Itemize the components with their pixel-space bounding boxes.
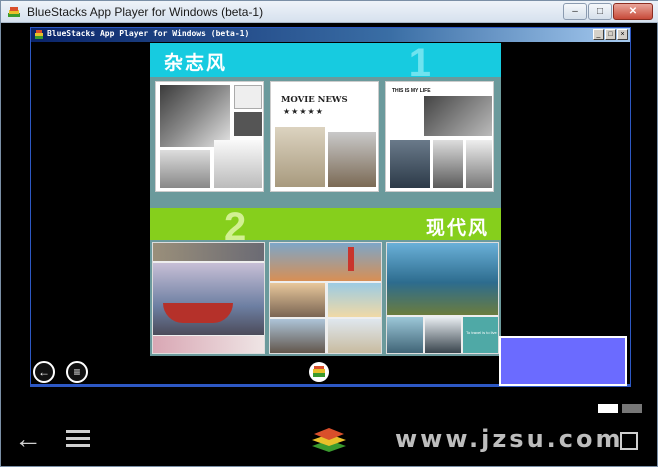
quote-text: To travel is to live — [466, 330, 497, 335]
section1-title: 杂志风 — [164, 53, 228, 74]
magazine-template-2[interactable]: MOVIE NEWS ★★★★★ — [270, 81, 379, 192]
photo — [425, 317, 461, 353]
photo — [153, 243, 264, 261]
section2-title: 现代风 — [425, 218, 489, 239]
photo — [153, 336, 264, 353]
modern-template-1[interactable] — [152, 242, 265, 354]
section2-header: 2 现代风 — [150, 205, 501, 249]
rating-stars: ★★★★★ — [283, 107, 324, 116]
page-indicator-active[interactable] — [598, 404, 618, 413]
back-arrow-icon: ← — [14, 423, 42, 454]
emulator-maximize-button[interactable]: □ — [605, 29, 616, 40]
photo — [390, 140, 430, 188]
app-content-panel: 杂志风 1 MOVIE NEWS ★★★★★ THIS IS MY LIFE 2… — [150, 41, 501, 356]
window-titlebar[interactable]: BlueStacks App Player for Windows (beta-… — [1, 1, 658, 23]
photo — [328, 132, 376, 187]
photo — [387, 243, 498, 315]
photo — [153, 263, 264, 335]
photo — [328, 283, 381, 317]
modern-template-3[interactable]: To travel is to live — [386, 242, 499, 354]
quote-card: To travel is to live — [463, 317, 498, 353]
magazine-template-3[interactable]: THIS IS MY LIFE — [385, 81, 494, 192]
photo — [160, 85, 230, 147]
photo — [234, 85, 262, 109]
magazine-caption: THIS IS MY LIFE — [392, 88, 431, 94]
close-button[interactable]: ✕ — [613, 3, 653, 20]
overlay-block — [499, 336, 627, 386]
emulator-close-button[interactable]: × — [617, 29, 628, 40]
emulator-minimize-button[interactable]: _ — [593, 29, 604, 40]
section1-header: 杂志风 1 — [150, 41, 501, 85]
watermark-text: www.jzsu.com — [395, 425, 624, 453]
movie-news-heading: MOVIE NEWS — [281, 95, 348, 105]
pier-photo — [270, 319, 325, 353]
menu-lines-icon — [66, 430, 90, 433]
lighthouse-photo — [348, 247, 354, 271]
fullscreen-icon[interactable] — [620, 432, 638, 450]
photo — [214, 140, 262, 188]
photo — [270, 283, 325, 317]
modern-template-2[interactable] — [269, 242, 382, 354]
section2-gallery: To travel is to live — [152, 242, 499, 354]
photo — [466, 140, 492, 188]
inner-menu-button[interactable]: ≡ — [66, 361, 88, 383]
inner-home-button[interactable] — [309, 362, 329, 382]
back-button[interactable]: ← — [14, 423, 44, 454]
photo — [433, 140, 463, 188]
back-arrow-icon: ← — [38, 365, 50, 379]
home-button[interactable] — [308, 422, 350, 458]
section1-gallery: MOVIE NEWS ★★★★★ THIS IS MY LIFE — [155, 81, 496, 192]
page-indicator[interactable] — [622, 404, 642, 413]
bluestacks-logo-icon — [313, 366, 325, 377]
magazine-template-1[interactable] — [155, 81, 264, 192]
inner-back-button[interactable]: ← — [33, 361, 55, 383]
emulator-controls: _ □ × — [593, 29, 628, 40]
section1-number: 1 — [408, 41, 431, 85]
photo — [160, 150, 210, 188]
photo — [275, 127, 325, 187]
maximize-button[interactable]: □ — [588, 3, 612, 20]
photo — [270, 243, 381, 281]
emulator-titlebar[interactable]: BlueStacks App Player for Windows (beta-… — [31, 28, 630, 42]
menu-lines-icon: ≡ — [73, 365, 81, 379]
window-controls: – □ ✕ — [563, 3, 653, 20]
boat-photo — [163, 303, 233, 323]
window-title: BlueStacks App Player for Windows (beta-… — [27, 5, 264, 19]
photo — [328, 319, 381, 353]
menu-button[interactable] — [66, 430, 90, 450]
bluestacks-logo-icon — [35, 30, 43, 39]
minimize-button[interactable]: – — [563, 3, 587, 20]
photo — [234, 112, 262, 136]
emulator-title: BlueStacks App Player for Windows (beta-… — [47, 29, 250, 38]
bluestacks-logo-icon — [8, 7, 20, 17]
photo — [424, 96, 492, 136]
photo — [387, 317, 423, 353]
bluestacks-logo-icon — [312, 428, 346, 452]
